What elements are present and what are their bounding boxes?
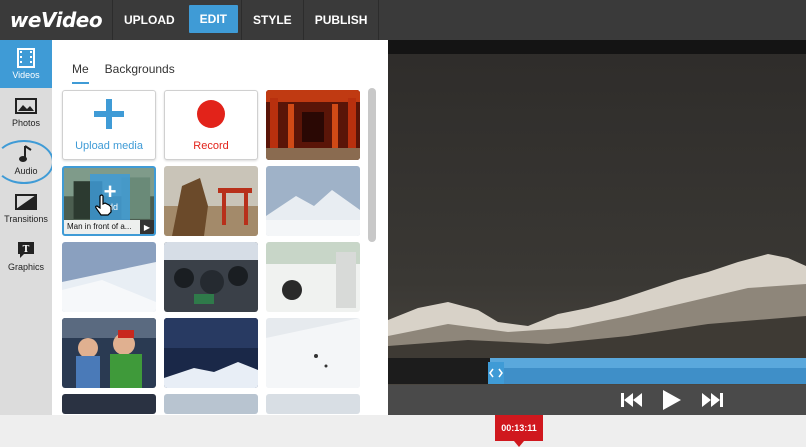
sidebar-label-audio: Audio	[14, 166, 38, 176]
app-logo[interactable]: weVideo	[0, 0, 112, 40]
record-label: Record	[193, 139, 229, 152]
sidebar-label-videos: Videos	[12, 70, 40, 80]
play-icon[interactable]	[663, 390, 681, 410]
music-note-icon	[19, 144, 33, 164]
logo-text: weVideo	[9, 8, 103, 32]
sidebar-item-audio[interactable]: Audio	[0, 136, 54, 184]
playhead-pointer	[514, 441, 524, 447]
tab-backgrounds[interactable]: Backgrounds	[105, 62, 175, 84]
media-thumbnail[interactable]	[164, 318, 258, 388]
skip-forward-icon[interactable]	[701, 393, 723, 407]
film-icon	[17, 48, 35, 68]
media-thumbnail[interactable]	[164, 166, 258, 236]
sidebar-label-transitions: Transitions	[4, 214, 48, 224]
tab-publish[interactable]: PUBLISH	[302, 0, 380, 40]
video-player	[388, 40, 806, 415]
hand-cursor-icon	[94, 194, 114, 221]
video-preview	[388, 40, 806, 385]
main-nav: UPLOAD EDIT STYLE PUBLISH	[112, 0, 380, 40]
preview-play-icon[interactable]: ▶	[140, 220, 154, 234]
media-library-panel: Me Backgrounds Upload media Record + Add	[52, 40, 388, 415]
timeline-area[interactable]	[0, 415, 806, 447]
plus-icon	[94, 98, 124, 134]
upload-media-label: Upload media	[75, 139, 143, 152]
media-thumbnail[interactable]	[266, 318, 360, 388]
sidebar-item-transitions[interactable]: Transitions	[0, 184, 52, 232]
media-thumbnail[interactable]	[62, 242, 156, 312]
media-thumbnail-hovered[interactable]: + Add Man in front of a... ▶	[62, 166, 156, 236]
skip-back-icon[interactable]	[621, 393, 643, 407]
photo-icon	[15, 96, 37, 116]
tab-upload[interactable]: UPLOAD	[112, 0, 186, 40]
media-thumbnail[interactable]	[266, 166, 360, 236]
tab-style[interactable]: STYLE	[241, 0, 303, 40]
media-thumbnail[interactable]	[164, 242, 258, 312]
top-bar: weVideo UPLOAD EDIT STYLE PUBLISH	[0, 0, 806, 40]
transition-icon	[15, 192, 37, 212]
media-thumbnail[interactable]	[164, 394, 258, 414]
sidebar-item-photos[interactable]: Photos	[0, 88, 52, 136]
media-thumbnail[interactable]	[266, 90, 360, 160]
sidebar-item-videos[interactable]: Videos	[0, 40, 52, 88]
media-thumbnail[interactable]	[266, 394, 360, 414]
upload-media-tile[interactable]: Upload media	[62, 90, 156, 160]
record-tile[interactable]: Record	[164, 90, 258, 160]
video-scrub-bar[interactable]	[388, 358, 806, 384]
library-scrollbar[interactable]	[368, 88, 376, 242]
media-thumbnail[interactable]	[62, 394, 156, 414]
record-icon	[196, 99, 226, 134]
tab-edit[interactable]: EDIT	[188, 5, 239, 33]
sidebar-item-graphics[interactable]: T Graphics	[0, 232, 52, 280]
library-tabs: Me Backgrounds	[52, 40, 388, 84]
media-thumbnail[interactable]	[62, 318, 156, 388]
media-thumbnail[interactable]	[266, 242, 360, 312]
svg-text:T: T	[23, 245, 30, 255]
playhead-timecode[interactable]: 00:13:11	[495, 415, 543, 441]
sidebar-label-photos: Photos	[11, 118, 41, 128]
media-type-sidebar: Videos Photos Audio Transitions T Graphi…	[0, 40, 54, 415]
sidebar-label-graphics: Graphics	[7, 262, 44, 272]
tab-me[interactable]: Me	[72, 62, 89, 84]
text-graphics-icon: T	[17, 240, 35, 260]
playback-controls	[388, 385, 806, 415]
